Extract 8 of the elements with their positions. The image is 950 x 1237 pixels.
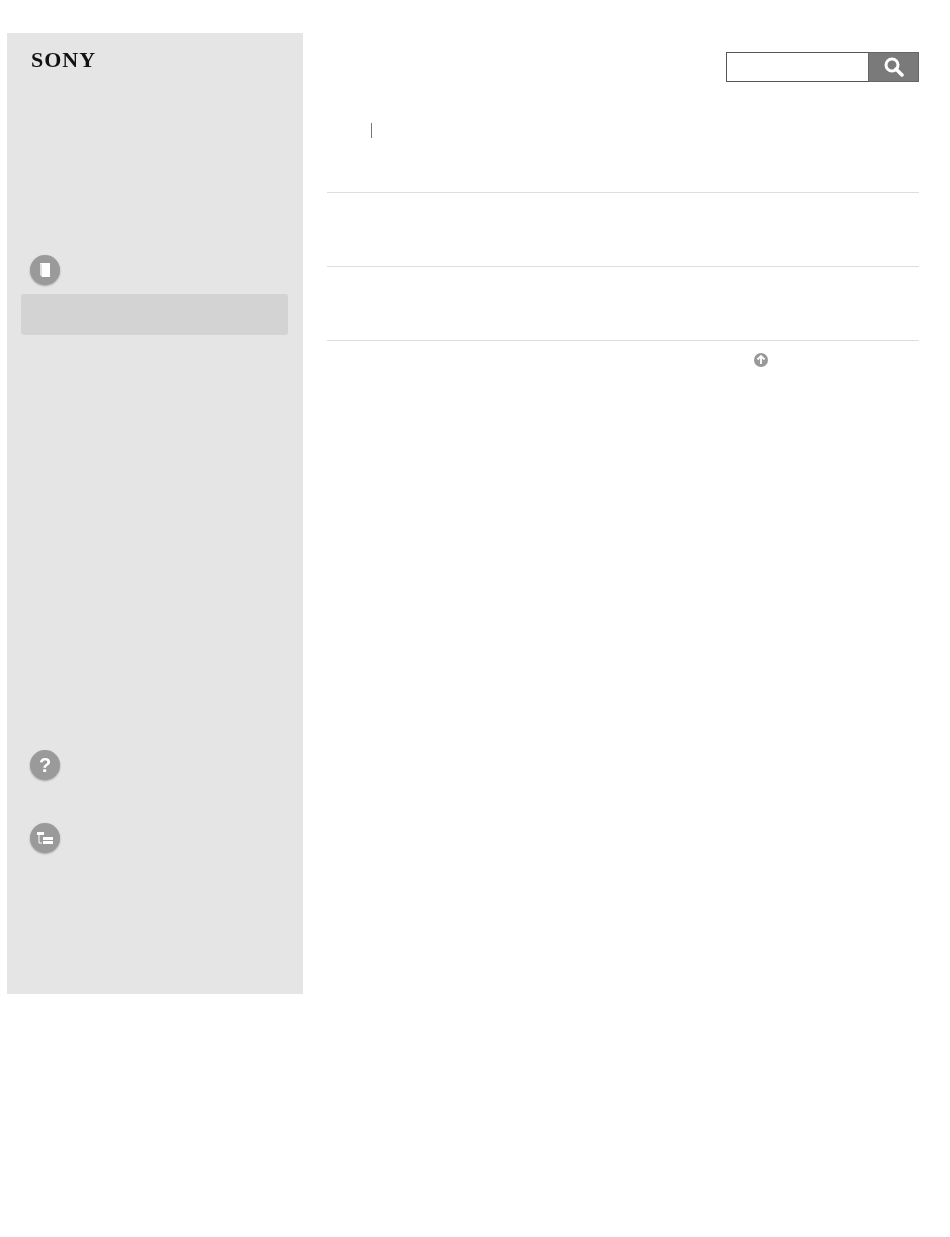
book-icon[interactable] <box>30 255 60 285</box>
search-field[interactable] <box>726 52 868 82</box>
search-button[interactable] <box>868 52 919 82</box>
back-to-top-icon[interactable] <box>754 353 768 367</box>
tree-icon[interactable] <box>30 823 60 853</box>
search-icon <box>883 57 904 77</box>
logo: SONY <box>31 49 97 71</box>
help-icon[interactable]: ? <box>30 750 60 780</box>
